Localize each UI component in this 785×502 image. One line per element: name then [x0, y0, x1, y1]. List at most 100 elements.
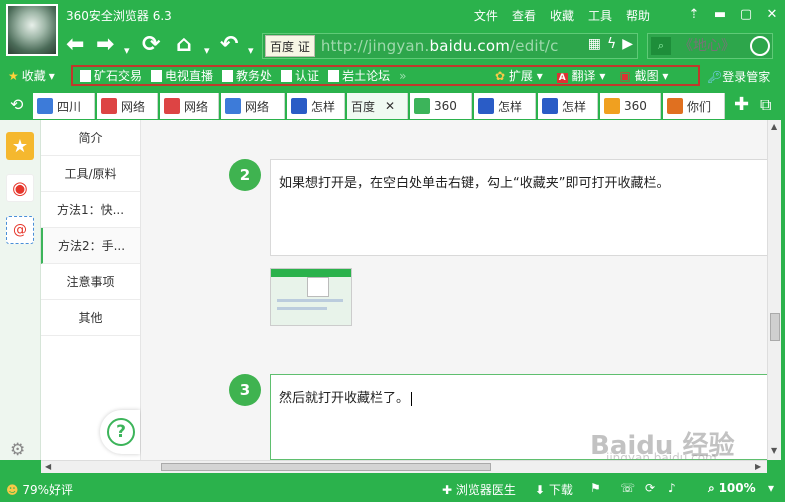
- undo-dropdown-icon[interactable]: ▾: [248, 38, 254, 64]
- search-engine-icon[interactable]: ⌕: [651, 37, 671, 55]
- nav-item-method1[interactable]: 方法1：快...: [41, 192, 140, 228]
- tab-bar: ⟲ 四川 网络 网络 网络 怎样 百度 ✕ 360 怎样 怎样 360 你们 ✚ ⧉: [0, 91, 785, 119]
- user-avatar[interactable]: [6, 4, 58, 56]
- horizontal-scrollbar[interactable]: ◀ ▶: [41, 460, 767, 473]
- weibo-icon[interactable]: ◉: [6, 174, 34, 202]
- tab[interactable]: 360: [600, 93, 661, 119]
- tab-favicon-icon: [542, 98, 558, 114]
- minimize-icon[interactable]: ▬: [707, 0, 733, 28]
- forward-icon[interactable]: ➡: [96, 32, 114, 58]
- search-input[interactable]: [679, 38, 749, 54]
- refresh-status-icon[interactable]: ⟳: [645, 481, 655, 495]
- chat-icon[interactable]: ☏: [620, 481, 635, 495]
- sound-icon[interactable]: ♪: [668, 481, 676, 495]
- doctor-icon: ✚: [442, 483, 453, 497]
- magnifier-icon: ⌕: [708, 481, 715, 495]
- step-text: 然后就打开收藏栏了。: [279, 391, 410, 406]
- back-icon[interactable]: ⬅: [66, 32, 84, 58]
- mail-icon[interactable]: @: [6, 216, 34, 244]
- editor-content: 2 如果想打开是，在空白处单击右键，勾上“收藏夹”即可打开收藏栏。 3 然后就打…: [141, 120, 767, 460]
- qrcode-icon[interactable]: ▦: [588, 36, 601, 52]
- address-url[interactable]: http://jingyan.baidu.com/edit/c: [321, 37, 559, 55]
- step-text-box[interactable]: 如果想打开是，在空白处单击右键，勾上“收藏夹”即可打开收藏栏。: [270, 159, 767, 256]
- menu-bar: 文件 查看 收藏 工具 帮助: [474, 7, 650, 24]
- translate-button[interactable]: A 翻译 ▾: [556, 67, 605, 84]
- tab-favicon-icon: [101, 98, 117, 114]
- fav-more[interactable]: »: [399, 67, 406, 84]
- download-button[interactable]: ⬇ 下载: [535, 481, 573, 498]
- tab-favicon-icon: [225, 98, 241, 114]
- nav-item-notes[interactable]: 注意事项: [41, 264, 140, 300]
- scroll-up-icon[interactable]: ▲: [771, 122, 777, 131]
- login-manager-button[interactable]: 🔑︎登录管家: [707, 68, 770, 85]
- download-icon: ⬇: [535, 483, 546, 497]
- step-image-thumbnail[interactable]: [270, 268, 352, 326]
- favorites-menu[interactable]: ★ 收藏 ▾: [8, 67, 55, 84]
- site-cert-badge[interactable]: 百度 证: [265, 35, 315, 57]
- tab[interactable]: 怎样: [474, 93, 536, 119]
- address-bar[interactable]: 百度 证 http://jingyan.baidu.com/edit/c ▦ ϟ…: [262, 33, 638, 59]
- new-tab-icon[interactable]: ✚: [734, 94, 749, 115]
- skin-icon[interactable]: ⇡: [681, 0, 707, 28]
- fav-item-certification[interactable]: 认证: [281, 67, 319, 84]
- page-icon: [328, 69, 340, 82]
- menu-view[interactable]: 查看: [512, 7, 536, 24]
- page-icon: [80, 69, 91, 82]
- title-bar: 360安全浏览器 6.3 文件 查看 收藏 工具 帮助 ⇡ ▬ ▢ ✕: [0, 0, 785, 30]
- tab[interactable]: 网络: [221, 93, 285, 119]
- scroll-right-icon[interactable]: ▶: [755, 462, 761, 471]
- forward-dropdown-icon[interactable]: ▾: [124, 38, 130, 64]
- menu-help[interactable]: 帮助: [626, 7, 650, 24]
- favorites-items: 矿石交易 电视直播 教务处 认证 岩土论坛 »: [80, 67, 406, 84]
- menu-favorites[interactable]: 收藏: [550, 7, 574, 24]
- home-icon[interactable]: ⌂: [176, 32, 192, 58]
- nav-toolbar: ⬅ ➡ ▾ ⟳ ⌂ ▾ ↶ ▾ 百度 证 http://jingyan.baid…: [0, 30, 785, 62]
- settings-gear-icon[interactable]: ⚙: [10, 440, 25, 460]
- nav-item-tools[interactable]: 工具/原料: [41, 156, 140, 192]
- undo-icon[interactable]: ↶: [220, 32, 238, 58]
- rating-button[interactable]: ☻ 79%好评: [6, 481, 73, 498]
- scroll-left-icon[interactable]: ◀: [45, 462, 51, 471]
- flag-icon[interactable]: ⚑: [590, 481, 601, 495]
- fav-item-tv-live[interactable]: 电视直播: [151, 67, 213, 84]
- help-button[interactable]: ?: [100, 410, 140, 454]
- refresh-icon[interactable]: ⟳: [142, 32, 160, 58]
- fav-item-ore-trade[interactable]: 矿石交易: [80, 67, 142, 84]
- vertical-scroll-thumb[interactable]: [770, 313, 780, 341]
- close-icon[interactable]: ✕: [759, 0, 785, 28]
- fav-item-academic-office[interactable]: 教务处: [222, 67, 272, 84]
- tab[interactable]: 你们: [663, 93, 725, 119]
- tab[interactable]: 怎样: [287, 93, 345, 119]
- tab[interactable]: 网络: [97, 93, 158, 119]
- menu-file[interactable]: 文件: [474, 7, 498, 24]
- fav-item-geotech-forum[interactable]: 岩土论坛: [328, 67, 390, 84]
- lightning-icon[interactable]: ϟ: [607, 36, 616, 52]
- tab-list-icon[interactable]: ⧉: [760, 95, 771, 115]
- browser-window: 360安全浏览器 6.3 文件 查看 收藏 工具 帮助 ⇡ ▬ ▢ ✕ ⬅ ➡ …: [0, 0, 785, 502]
- go-icon[interactable]: ▶: [622, 36, 633, 52]
- screenshot-button[interactable]: ▣ 截图 ▾: [619, 67, 668, 84]
- tab[interactable]: 怎样: [538, 93, 598, 119]
- horizontal-scroll-thumb[interactable]: [161, 463, 491, 471]
- extension-button[interactable]: ✿ 扩展 ▾: [495, 67, 543, 84]
- zoom-control[interactable]: ⌕ 100%: [708, 481, 756, 496]
- nav-item-intro[interactable]: 简介: [41, 120, 140, 156]
- nav-item-method2[interactable]: 方法2：手...: [41, 228, 140, 264]
- page-icon: [151, 69, 163, 82]
- tab-close-icon[interactable]: ✕: [385, 99, 395, 113]
- status-menu-icon[interactable]: ▾: [768, 481, 774, 495]
- restore-tab-icon[interactable]: ⟲: [10, 95, 23, 114]
- tab[interactable]: 网络: [160, 93, 219, 119]
- scroll-down-icon[interactable]: ▼: [771, 446, 777, 455]
- tab[interactable]: 360: [410, 93, 472, 119]
- tab[interactable]: 四川: [33, 93, 95, 119]
- menu-tools[interactable]: 工具: [588, 7, 612, 24]
- search-icon[interactable]: [750, 36, 770, 56]
- vertical-scrollbar[interactable]: ▲ ▼: [767, 120, 781, 460]
- maximize-icon[interactable]: ▢: [733, 0, 759, 28]
- browser-doctor-button[interactable]: ✚ 浏览器医生: [442, 481, 516, 498]
- home-dropdown-icon[interactable]: ▾: [204, 38, 210, 64]
- favorites-star-icon[interactable]: ★: [6, 132, 34, 160]
- nav-item-other[interactable]: 其他: [41, 300, 140, 336]
- tab[interactable]: 百度 ✕: [347, 93, 408, 119]
